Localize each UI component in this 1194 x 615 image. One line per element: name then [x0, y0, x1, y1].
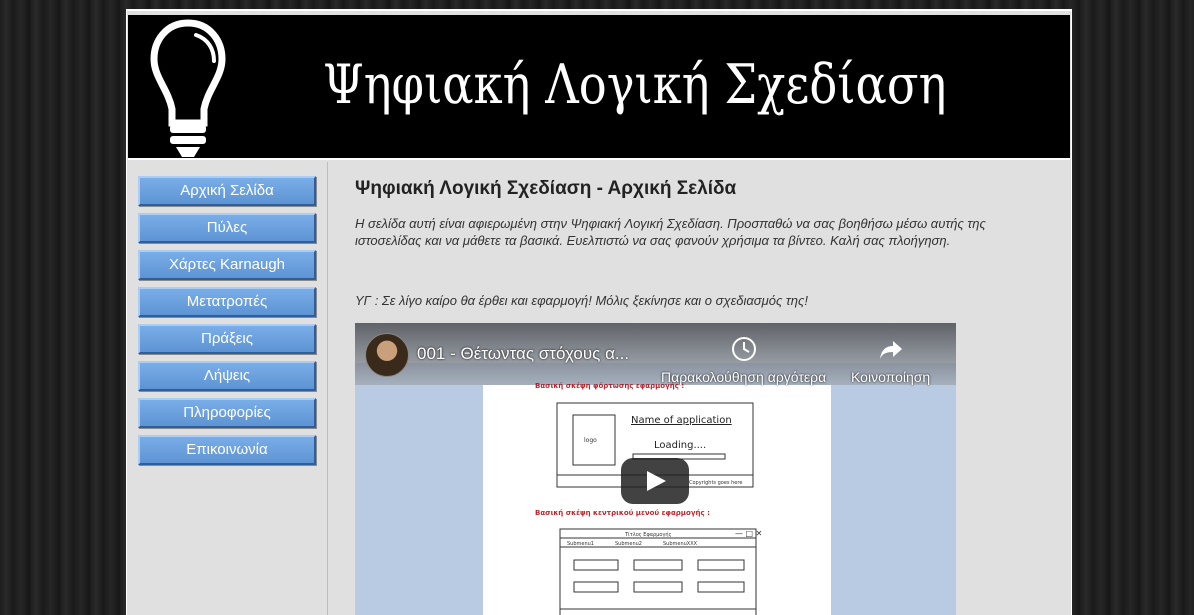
slide-submenu-3: SubmenuXXX [663, 541, 698, 547]
slide-loading-text: Loading.... [654, 440, 706, 451]
nav-item-karnaugh[interactable]: Χάρτες Karnaugh [138, 250, 316, 280]
nav-item-home[interactable]: Αρχική Σελίδα [138, 176, 316, 206]
watch-later-button[interactable]: Παρακολούθηση αργότερα [661, 335, 826, 385]
slide-header-2: Βασική σκέψη κεντρικού μενού εφαρμογής : [535, 509, 710, 517]
slide-copyrights: Copyrights goes here [689, 480, 742, 486]
slide-app-name: Name of application [631, 415, 732, 426]
sidebar-nav: Αρχική Σελίδα Πύλες Χάρτες Karnaugh Μετα… [127, 162, 328, 615]
nav-item-conversions[interactable]: Μετατροπές [138, 287, 316, 317]
slide-logo-label: logo [584, 437, 597, 444]
share-icon [879, 341, 902, 359]
site-title: Ψηφιακή Λογική Σχεδίαση [323, 53, 947, 116]
page-heading: Ψηφιακή Λογική Σχεδίαση - Αρχική Σελίδα [355, 178, 737, 199]
nav-item-downloads[interactable]: Λήψεις [138, 361, 316, 391]
nav-item-info[interactable]: Πληροφορίες [138, 398, 316, 428]
youtube-video-embed[interactable]: Βασική σκέψη φόρτωσης εφαρμογής : logo N… [355, 323, 956, 615]
slide-app-title: Τίτλος Εφαρμογής [624, 531, 672, 538]
clock-icon [731, 337, 756, 361]
slide-submenu-1: Submenu1 [567, 541, 594, 547]
watch-later-label: Παρακολούθηση αργότερα [661, 369, 827, 385]
svg-text:— □ ✕: — □ ✕ [735, 529, 762, 538]
intro-text: Η σελίδα αυτή είναι αφιερωμένη στην Ψηφι… [355, 215, 1035, 249]
intro-line-1: Η σελίδα αυτή είναι αφιερωμένη στην Ψηφι… [355, 216, 986, 231]
slide-submenu-2: Submenu2 [615, 541, 642, 547]
intro-line-2: ιστοσελίδας και να μάθετε τα βασικά. Ευε… [355, 233, 951, 248]
site-header: Ψηφιακή Λογική Σχεδίαση [128, 15, 1070, 160]
ps-note: ΥΓ : Σε λίγο καίρο θα έρθει και εφαρμογή… [355, 293, 808, 308]
play-button[interactable] [621, 458, 689, 504]
nav-item-contact[interactable]: Επικοινωνία [138, 435, 316, 465]
nav-item-operations[interactable]: Πράξεις [138, 324, 316, 354]
page-container: Ψηφιακή Λογική Σχεδίαση Αρχική Σελίδα Πύ… [126, 9, 1072, 615]
share-label: Κοινοποίηση [851, 369, 931, 385]
lightbulb-icon [150, 19, 226, 157]
video-title[interactable]: 001 - Θέτωντας στόχους α... [417, 344, 629, 364]
share-button[interactable]: Κοινοποίηση [851, 335, 930, 385]
nav-item-gates[interactable]: Πύλες [138, 213, 316, 243]
channel-avatar[interactable] [365, 333, 409, 377]
